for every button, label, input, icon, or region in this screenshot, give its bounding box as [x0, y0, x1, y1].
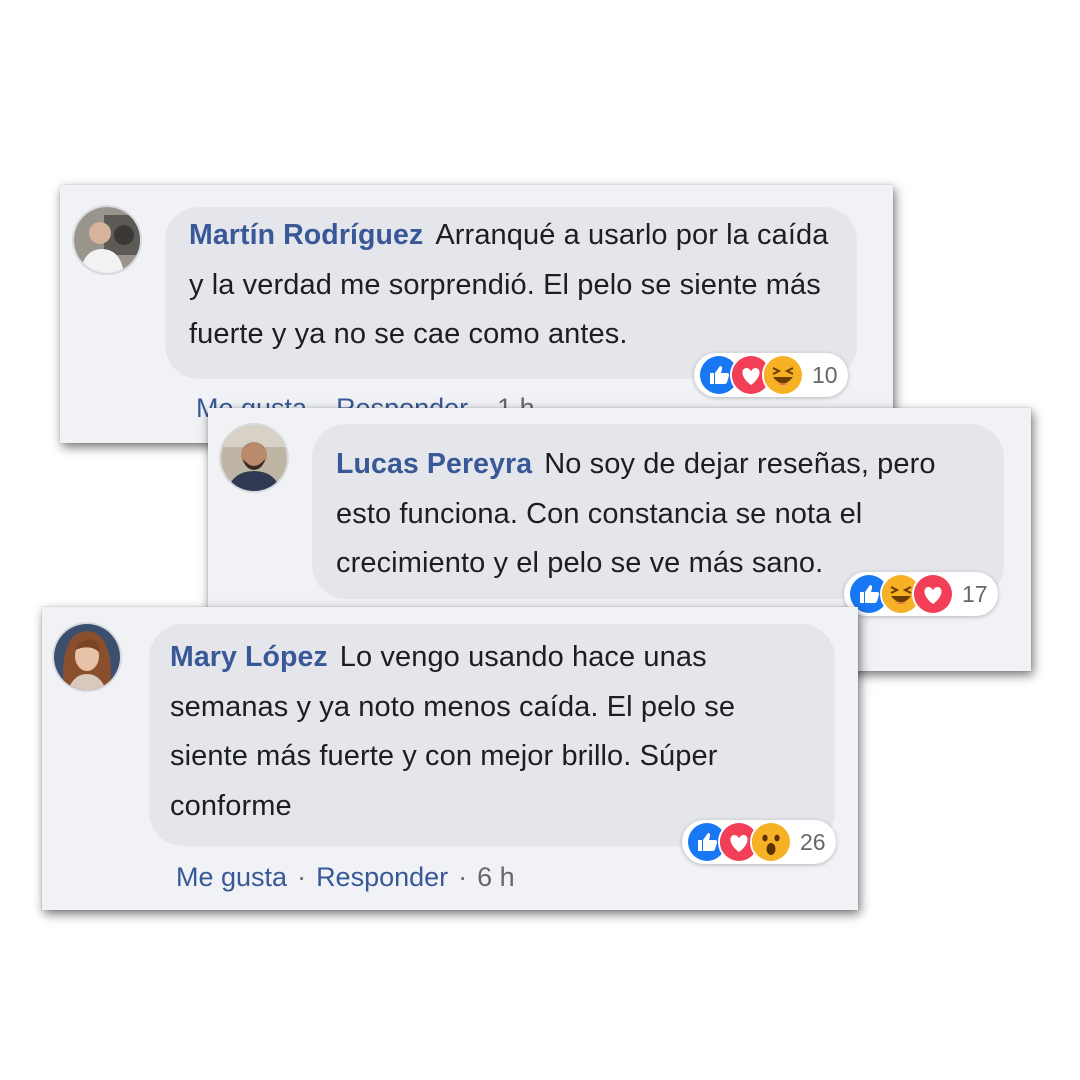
reactions-summary[interactable]: 10 [694, 353, 848, 397]
avatar[interactable] [221, 425, 287, 491]
separator: · [297, 862, 307, 892]
reaction-count: 26 [800, 828, 826, 855]
avatar[interactable] [74, 207, 140, 273]
comment-author[interactable]: Lucas Pereyra [336, 448, 532, 480]
comment-text: Martín Rodríguez Arranqué a usarlo por la… [189, 211, 829, 360]
comment-bubble: Mary López Lo vengo usando hace unas sema… [149, 624, 835, 846]
reactions-summary[interactable]: 17 [844, 572, 998, 616]
comment-card-3: Mary López Lo vengo usando hace unas sema… [42, 607, 858, 910]
like-link[interactable]: Me gusta [176, 862, 287, 892]
separator: · [458, 862, 468, 892]
wow-reaction-icon [750, 821, 792, 863]
comment-author[interactable]: Mary López [170, 641, 328, 673]
comment-card-1: Martín Rodríguez Arranqué a usarlo por la… [60, 185, 893, 443]
avatar[interactable] [54, 624, 120, 690]
love-reaction-icon [912, 573, 954, 615]
comment-text: Mary López Lo vengo usando hace unas sema… [170, 633, 810, 831]
comment-author[interactable]: Martín Rodríguez [189, 219, 423, 251]
comment-text: Lucas Pereyra No soy de dejar reseñas, pe… [336, 440, 976, 589]
comment-actions: Me gusta · Responder · 6 h [176, 862, 515, 893]
haha-reaction-icon [762, 354, 804, 396]
reaction-count: 17 [962, 580, 988, 607]
reaction-count: 10 [812, 361, 838, 388]
reply-link[interactable]: Responder [316, 862, 448, 892]
comment-time[interactable]: 6 h [477, 862, 515, 892]
reactions-summary[interactable]: 26 [682, 820, 836, 864]
